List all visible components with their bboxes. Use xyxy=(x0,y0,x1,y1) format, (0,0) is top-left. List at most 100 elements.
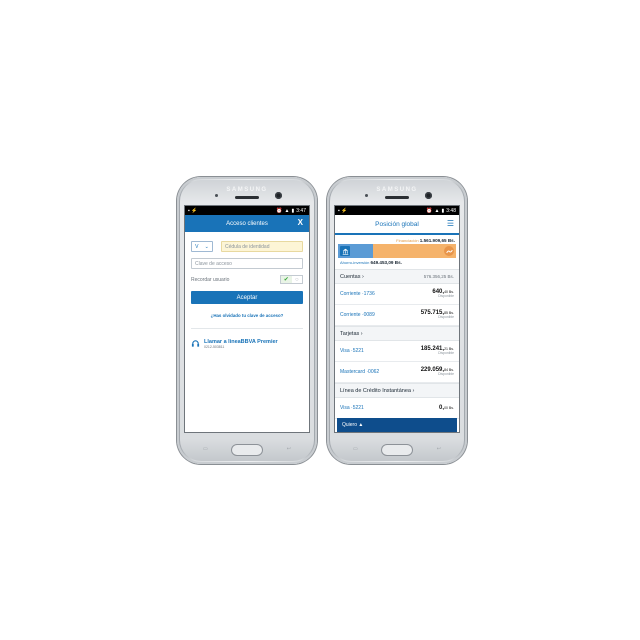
global-header: Posición global ☰ xyxy=(335,215,459,235)
proximity-sensor xyxy=(215,194,218,197)
signal-icon: ▲ xyxy=(434,207,440,214)
accounts-total: 576.356,25 Bs. xyxy=(423,274,454,279)
remember-toggle[interactable]: ✔ ○ xyxy=(280,275,303,284)
quiero-button[interactable]: Quiero ▲ xyxy=(337,418,457,432)
id-number-placeholder: Cédula de identidad xyxy=(225,243,270,250)
chevron-right-icon: › xyxy=(362,273,364,280)
balance-bar xyxy=(338,244,456,258)
status-left-icons: ▪ ⚡ xyxy=(338,207,348,214)
remember-row: Recordar usuario ✔ ○ xyxy=(191,275,303,284)
id-number-field[interactable]: Cédula de identidad xyxy=(221,241,303,252)
home-button[interactable] xyxy=(382,445,412,455)
card-row[interactable]: Visa ·5221 185.241,21 Bs. Disponible xyxy=(335,341,459,362)
close-button[interactable]: X xyxy=(298,218,303,227)
login-header: Acceso clientes X xyxy=(185,215,309,232)
chevron-up-icon: ▲ xyxy=(358,422,364,428)
savings-value: 649.453,09 Bs. xyxy=(370,260,402,265)
back-key[interactable]: ↩ xyxy=(437,446,441,452)
battery-icon: ▮ xyxy=(441,207,445,214)
chevron-right-icon: › xyxy=(360,330,363,337)
front-camera xyxy=(275,192,282,199)
accept-button[interactable]: Aceptar xyxy=(191,291,303,304)
chevron-down-icon: ⌄ xyxy=(204,243,209,250)
alarm-icon: ⏰ xyxy=(276,207,283,214)
credit-line-title: Línea de Crédito Instantánea xyxy=(340,387,411,394)
chevron-right-icon: › xyxy=(412,387,415,394)
bank-icon xyxy=(340,246,350,256)
password-row: Clave de acceso xyxy=(191,258,303,269)
left-phone: SAMSUNG ▪ ⚡ ⏰ ▲ ▮ 3:47 Acceso clientes X… xyxy=(177,177,317,464)
financing-label: Financiación xyxy=(396,238,419,243)
id-row: V ⌄ Cédula de identidad xyxy=(191,241,303,252)
status-time: 3:48 xyxy=(446,207,456,214)
financing-icon xyxy=(444,246,454,256)
earpiece-speaker xyxy=(235,196,259,199)
home-button[interactable] xyxy=(232,445,262,455)
right-phone: SAMSUNG ▪ ⚡ ⏰ ▲ ▮ 3:48 Posición global ☰… xyxy=(327,177,467,464)
card-row[interactable]: Mastercard ·0062 229.059,84 Bs. Disponibl… xyxy=(335,362,459,383)
proximity-sensor xyxy=(365,194,368,197)
card-name: Mastercard ·0062 xyxy=(340,369,380,375)
page-title: Posición global xyxy=(375,220,419,228)
forgot-password-link[interactable]: ¿Has olvidado tu clave de acceso? xyxy=(185,313,309,318)
credit-line-amount: 0,00 Bs. xyxy=(439,405,454,411)
amount-caption: Disponible xyxy=(438,294,454,299)
quiero-label: Quiero xyxy=(342,422,358,428)
status-left-icons: ▪ ⚡ xyxy=(188,207,198,214)
financing-value: 1.561.909,65 Bs. xyxy=(419,238,455,243)
back-key[interactable]: ↩ xyxy=(287,446,291,452)
earpiece-speaker xyxy=(385,196,409,199)
login-screen: ▪ ⚡ ⏰ ▲ ▮ 3:47 Acceso clientes X V ⌄ Céd… xyxy=(184,205,310,433)
global-position-screen: ▪ ⚡ ⏰ ▲ ▮ 3:48 Posición global ☰ Financi… xyxy=(334,205,460,433)
amount-caption: Disponible xyxy=(438,351,454,356)
account-amount: 640,40 Bs. Disponible xyxy=(432,289,454,298)
credit-line-section-header[interactable]: Línea de Crédito Instantánea › xyxy=(335,383,459,398)
cards-title: Tarjetas xyxy=(340,330,360,337)
credit-line-name: Visa ·5221 xyxy=(340,405,364,411)
amount-caption: Disponible xyxy=(438,372,454,377)
financing-segment xyxy=(373,244,456,258)
accept-label: Aceptar xyxy=(236,294,258,301)
phone-brand: SAMSUNG xyxy=(226,187,268,193)
check-icon: ✔ xyxy=(281,276,292,283)
savings-segment xyxy=(338,244,374,258)
toggle-off-icon: ○ xyxy=(294,276,299,283)
status-bar: ▪ ⚡ ⏰ ▲ ▮ 3:48 xyxy=(335,206,459,215)
recents-key[interactable]: ▭ xyxy=(353,446,358,452)
accounts-title: Cuentas xyxy=(340,273,361,280)
accounts-title-wrap: Cuentas › xyxy=(340,274,364,280)
headset-icon xyxy=(191,335,200,353)
account-row[interactable]: Corriente ·0089 575.715,85 Bs. Disponible xyxy=(335,305,459,326)
credit-line-row[interactable]: Visa ·5221 0,00 Bs. xyxy=(335,398,459,419)
amount-decimals: 00 Bs. xyxy=(444,406,454,410)
id-type-select[interactable]: V ⌄ xyxy=(191,241,213,252)
alarm-icon: ⏰ xyxy=(426,207,433,214)
accounts-list: Corriente ·1736 640,40 Bs. Disponible Cor… xyxy=(335,284,459,326)
signal-icon: ▲ xyxy=(284,207,290,214)
call-number: 0212-503811 xyxy=(204,345,225,349)
status-time: 3:47 xyxy=(296,207,306,214)
password-placeholder: Clave de acceso xyxy=(195,260,232,267)
password-field[interactable]: Clave de acceso xyxy=(191,258,303,269)
menu-icon[interactable]: ☰ xyxy=(447,219,454,228)
phone-brand: SAMSUNG xyxy=(376,187,418,193)
battery-icon: ▮ xyxy=(291,207,295,214)
card-amount: 185.241,21 Bs. Disponible xyxy=(421,346,454,355)
recents-key[interactable]: ▭ xyxy=(203,446,208,452)
account-row[interactable]: Corriente ·1736 640,40 Bs. Disponible xyxy=(335,284,459,305)
credit-line-list: Visa ·5221 0,00 Bs. xyxy=(335,398,459,419)
account-name: Corriente ·1736 xyxy=(340,291,375,297)
card-amount: 229.059,84 Bs. Disponible xyxy=(421,367,454,376)
remember-label: Recordar usuario xyxy=(191,276,230,283)
status-bar: ▪ ⚡ ⏰ ▲ ▮ 3:47 xyxy=(185,206,309,215)
id-type-value: V xyxy=(195,243,199,250)
account-amount: 575.715,85 Bs. Disponible xyxy=(421,310,454,319)
call-text: Llamar a lineaBBVA Premier 0212-503811 xyxy=(204,339,278,349)
savings-label: Ahorro-inversión xyxy=(340,260,370,265)
accounts-section-header[interactable]: Cuentas › 576.356,25 Bs. xyxy=(335,269,459,284)
call-premier-link[interactable]: Llamar a lineaBBVA Premier 0212-503811 xyxy=(191,328,303,353)
cards-list: Visa ·5221 185.241,21 Bs. Disponible Mast… xyxy=(335,341,459,383)
cards-section-header[interactable]: Tarjetas › xyxy=(335,326,459,341)
card-name: Visa ·5221 xyxy=(340,348,364,354)
front-camera xyxy=(425,192,432,199)
